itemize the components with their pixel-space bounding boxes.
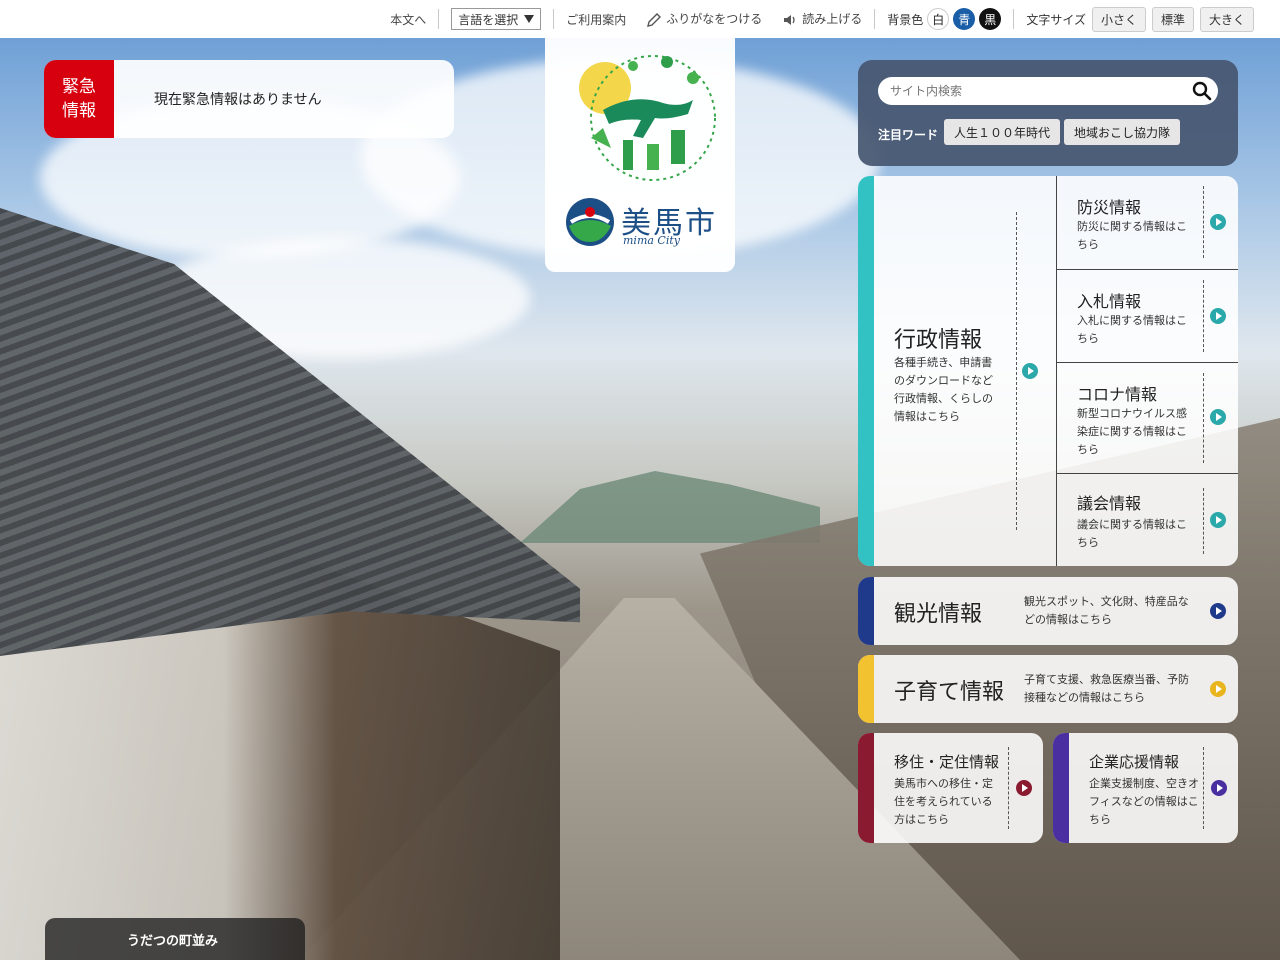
furigana-button[interactable]: ふりがなをつける bbox=[646, 10, 762, 28]
bg-color-white-button[interactable]: 白 bbox=[927, 8, 950, 30]
city-illustration-logo-icon bbox=[579, 55, 716, 181]
card-title: 子育て情報 bbox=[894, 680, 1005, 705]
admin-info-link[interactable]: 行政情報 各種手続き、申請書のダウンロードなど行政情報、くらしの情報はこちら bbox=[858, 176, 1056, 566]
tourism-info-card[interactable]: 観光情報 観光スポット、文化財、特産品などの情報はこちら bbox=[858, 577, 1238, 645]
search-input[interactable] bbox=[878, 77, 1218, 105]
guide-link[interactable]: ご利用案内 bbox=[566, 11, 626, 28]
font-size-large-button[interactable]: 大きく bbox=[1199, 6, 1254, 32]
card-desc: 各種手続き、申請書のダウンロードなど行政情報、くらしの情報はこちら bbox=[894, 356, 993, 423]
emergency-info-panel: 緊急 情報 現在緊急情報はありません bbox=[44, 60, 454, 138]
font-size-label: 文字サイズ bbox=[1026, 12, 1086, 27]
emergency-message: 現在緊急情報はありません bbox=[154, 92, 322, 108]
keyword-button[interactable]: 人生１００年時代 bbox=[944, 119, 1061, 145]
keyword-button[interactable]: 地域おこし協力隊 bbox=[1064, 119, 1181, 145]
language-select-label: 言語を選択 bbox=[458, 12, 519, 27]
business-support-card[interactable]: 企業応援情報 企業支援制度、空きオフィスなどの情報はこちら bbox=[1053, 733, 1238, 843]
chevron-down-icon bbox=[524, 15, 535, 23]
search-panel: 注目ワード 人生１００年時代 地域おこし協力隊 bbox=[858, 60, 1238, 166]
emergency-tag: 緊急 情報 bbox=[44, 60, 114, 138]
card-accent bbox=[858, 733, 874, 843]
assembly-info-link[interactable]: 議会情報 議会に関する情報はこちら bbox=[1056, 474, 1238, 566]
speaker-icon bbox=[784, 14, 795, 25]
card-accent bbox=[1053, 733, 1069, 843]
utility-bar: 本文へ 言語を選択 ご利用案内 ふりがなをつける 読み上げる 背景色 白 青 黒… bbox=[0, 0, 1280, 38]
card-accent bbox=[858, 655, 874, 723]
card-title: 企業応援情報 bbox=[1089, 753, 1180, 771]
card-title: 移住・定住情報 bbox=[894, 753, 1000, 771]
arrow-right-icon bbox=[1210, 681, 1226, 697]
keywords-label: 注目ワード bbox=[878, 128, 939, 142]
card-title: 観光情報 bbox=[894, 602, 983, 627]
font-size-small-button[interactable]: 小さく bbox=[1091, 6, 1146, 32]
arrow-right-icon bbox=[1210, 603, 1226, 619]
disaster-info-link[interactable]: 防災情報 防災に関する情報はこちら bbox=[1056, 176, 1238, 269]
card-accent bbox=[858, 577, 874, 645]
font-size-standard-button[interactable]: 標準 bbox=[1151, 6, 1194, 32]
admin-info-card: 行政情報 各種手続き、申請書のダウンロードなど行政情報、くらしの情報はこちら 防… bbox=[858, 176, 1238, 566]
language-select[interactable]: 言語を選択 bbox=[451, 8, 542, 30]
city-name-roman: mima City bbox=[623, 234, 681, 247]
arrow-right-icon bbox=[1210, 409, 1226, 425]
arrow-right-icon bbox=[1022, 363, 1038, 379]
card-title: 行政情報 bbox=[894, 328, 983, 353]
pencil-icon bbox=[647, 12, 662, 27]
search-icon[interactable] bbox=[1192, 81, 1212, 101]
read-aloud-button[interactable]: 読み上げる bbox=[782, 10, 862, 28]
skip-to-content-link[interactable]: 本文へ bbox=[390, 11, 426, 28]
bg-color-black-button[interactable]: 黒 bbox=[979, 8, 1002, 30]
card-desc: 子育て支援、救急医療当番、予防接種などの情報はこちら bbox=[1024, 673, 1189, 704]
card-desc: 観光スポット、文化財、特産品などの情報はこちら bbox=[1024, 595, 1189, 626]
card-desc: 企業支援制度、空きオフィスなどの情報はこちら bbox=[1089, 777, 1199, 826]
site-logo[interactable]: 美馬市 mima City bbox=[545, 38, 735, 272]
arrow-right-icon bbox=[1210, 512, 1226, 528]
corona-info-link[interactable]: コロナ情報 新型コロナウイルス感染症に関する情報はこちら bbox=[1056, 363, 1238, 473]
bg-color-blue-button[interactable]: 青 bbox=[953, 8, 976, 30]
arrow-right-icon bbox=[1211, 780, 1227, 796]
arrow-right-icon bbox=[1016, 780, 1032, 796]
arrow-right-icon bbox=[1210, 214, 1226, 230]
arrow-right-icon bbox=[1210, 308, 1226, 324]
bid-info-link[interactable]: 入札情報 入札に関する情報はこちら bbox=[1056, 270, 1238, 362]
card-desc: 美馬市への移住・定住を考えられている方はこちら bbox=[894, 777, 993, 826]
city-emblem-icon bbox=[566, 198, 614, 246]
bg-color-label: 背景色 bbox=[887, 12, 924, 27]
photo-caption: うだつの町並み bbox=[45, 918, 305, 960]
migration-info-card[interactable]: 移住・定住情報 美馬市への移住・定住を考えられている方はこちら bbox=[858, 733, 1043, 843]
childcare-info-card[interactable]: 子育て情報 子育て支援、救急医療当番、予防接種などの情報はこちら bbox=[858, 655, 1238, 723]
